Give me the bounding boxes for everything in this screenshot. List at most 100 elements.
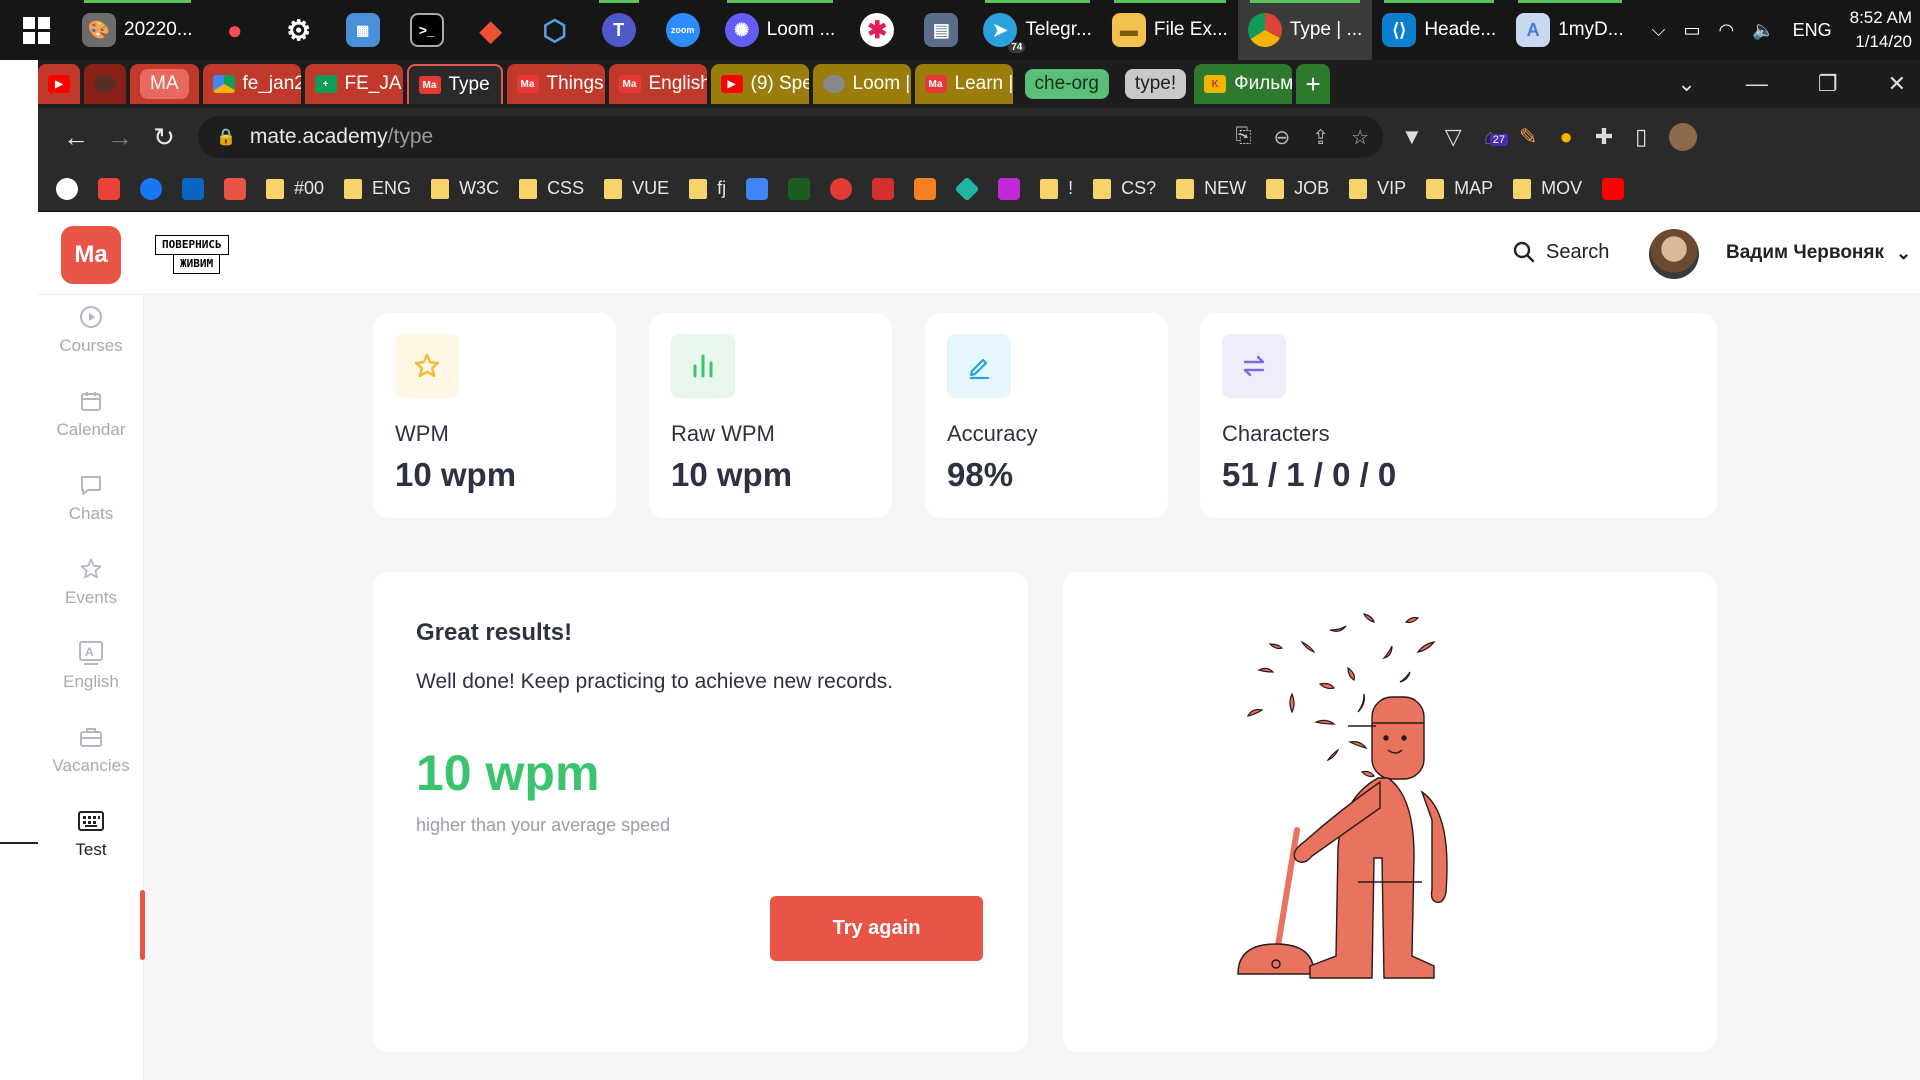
google-translate-icon[interactable] bbox=[746, 177, 769, 200]
taskbar-app-recorder[interactable]: ● bbox=[203, 0, 267, 60]
bar-chart-icon bbox=[671, 334, 735, 398]
try-again-button[interactable]: Try again bbox=[770, 896, 983, 961]
restore-icon[interactable]: ❐ bbox=[1818, 71, 1838, 97]
tab-learn[interactable]: Ma Learn | bbox=[914, 64, 1013, 104]
tab-search-chevron-icon[interactable]: ⌄ bbox=[1677, 71, 1695, 97]
puzzle-extensions-icon[interactable]: ✚ bbox=[1595, 124, 1613, 150]
tab-things[interactable]: Ma Things bbox=[506, 64, 605, 104]
forward-button[interactable]: → bbox=[98, 115, 142, 159]
windows-start-button[interactable] bbox=[0, 0, 72, 60]
taskbar-app-slack[interactable]: ✱ bbox=[845, 0, 909, 60]
bookmark-folder[interactable]: VUE bbox=[604, 178, 669, 199]
tab-ma[interactable]: MA bbox=[130, 64, 199, 104]
taskbar-app-git[interactable]: ◆ bbox=[459, 0, 523, 60]
gmail-icon[interactable] bbox=[98, 177, 120, 200]
plus-icon: + bbox=[1305, 68, 1321, 99]
taskbar-app-notepad[interactable]: A 1myD... bbox=[1506, 0, 1633, 60]
sidebar-item-chats[interactable]: Chats bbox=[38, 463, 144, 533]
figma-like-icon[interactable] bbox=[998, 177, 1021, 200]
bookmark-folder[interactable]: NEW bbox=[1176, 178, 1246, 199]
pinned-tab-youtube[interactable]: ▶ bbox=[38, 64, 80, 104]
sidebar-item-test[interactable]: Test bbox=[38, 799, 144, 869]
taskbar-app-vscode[interactable]: ⟨⟩ Heade... bbox=[1372, 0, 1506, 60]
extension-home-icon[interactable]: ⌂27 bbox=[1484, 124, 1508, 150]
taskbar-app-settings[interactable]: ⚙ bbox=[267, 0, 331, 60]
battery-icon[interactable]: ▭ bbox=[1683, 20, 1700, 41]
sidebar-item-courses[interactable]: Courses bbox=[38, 295, 144, 365]
mate-academy-icon[interactable] bbox=[224, 177, 246, 200]
sidebar-item-vacancies[interactable]: Vacancies bbox=[38, 715, 144, 785]
tab-films[interactable]: K Фильм bbox=[1194, 64, 1293, 104]
bookmark-folder[interactable]: MOV bbox=[1513, 178, 1582, 199]
color-picker-icon[interactable]: ✎ bbox=[1519, 124, 1537, 150]
taskbar-app-paint[interactable]: 🎨 20220... bbox=[72, 0, 203, 60]
tab-youtube-speak[interactable]: ▶ (9) Spea bbox=[710, 64, 809, 104]
zoom-out-icon[interactable]: ⊖ bbox=[1274, 125, 1291, 150]
sidebar-item-events[interactable]: Events bbox=[38, 547, 144, 617]
vue-devtools-icon[interactable]: ▼ bbox=[1401, 124, 1423, 150]
taskbar-app-telegram[interactable]: ➤ 74 Telegr... bbox=[973, 0, 1102, 60]
reload-button[interactable]: ↻ bbox=[142, 115, 186, 159]
profile-avatar-icon[interactable] bbox=[1669, 123, 1698, 151]
taskbar-app-calculator[interactable]: ▤ bbox=[909, 0, 973, 60]
sidebar-item-english[interactable]: A English bbox=[38, 631, 144, 701]
address-bar[interactable]: 🔒 mate.academy/type ⎘ ⊖ ⇪ ☆ bbox=[198, 116, 1383, 158]
site-bookmark-icon[interactable] bbox=[788, 177, 811, 200]
new-tab-button[interactable]: + bbox=[1296, 64, 1331, 104]
minimize-icon[interactable]: — bbox=[1746, 71, 1768, 97]
github-icon[interactable] bbox=[56, 177, 78, 200]
bookmark-folder[interactable]: W3C bbox=[431, 178, 499, 199]
taskbar-app-loom[interactable]: ✺ Loom ... bbox=[715, 0, 846, 60]
language-indicator[interactable]: ENG bbox=[1793, 20, 1832, 41]
taskbar-app-virtualbox[interactable]: ⬡ bbox=[523, 0, 587, 60]
bookmark-folder[interactable]: ! bbox=[1040, 178, 1073, 199]
bookmark-folder[interactable]: #00 bbox=[266, 178, 324, 199]
taskbar-app-file-explorer[interactable]: ▬ File Ex... bbox=[1102, 0, 1238, 60]
swirl-site-icon[interactable] bbox=[830, 177, 853, 200]
bookmark-folder[interactable]: fj bbox=[689, 178, 726, 199]
taskbar-app-zoom[interactable]: zoom bbox=[651, 0, 715, 60]
tab-fe-jan-drive[interactable]: fe_jan2 bbox=[202, 64, 301, 104]
volume-icon[interactable]: 🔈 bbox=[1752, 20, 1774, 41]
close-window-icon[interactable]: ✕ bbox=[1888, 71, 1906, 97]
bookmark-folder[interactable]: VIP bbox=[1349, 178, 1406, 199]
wifi-icon[interactable]: ◠ bbox=[1718, 20, 1734, 41]
chevron-up-icon[interactable]: ⌵ bbox=[1652, 20, 1666, 41]
tab-group-type[interactable]: type! bbox=[1124, 69, 1187, 99]
side-panel-icon[interactable]: ▯ bbox=[1635, 124, 1647, 150]
clock[interactable]: 8:52 AM 1/14/20 bbox=[1850, 6, 1912, 54]
user-menu[interactable]: Вадим Червоняк ⌄ bbox=[1726, 242, 1911, 264]
tab-english[interactable]: Ma English bbox=[608, 64, 707, 104]
user-avatar[interactable] bbox=[1649, 229, 1699, 279]
taskbar-app-terminal[interactable]: >_ bbox=[395, 0, 459, 60]
diamond-site-icon[interactable] bbox=[954, 176, 980, 201]
linkedin-icon[interactable] bbox=[182, 177, 204, 200]
bookmark-folder[interactable]: CSS bbox=[519, 178, 584, 199]
taskbar-app-teams[interactable]: T bbox=[587, 0, 651, 60]
site-bookmark-icon[interactable] bbox=[872, 177, 895, 200]
sidebar-item-calendar[interactable]: Calendar bbox=[38, 379, 144, 449]
translate-icon[interactable]: ⎘ bbox=[1236, 125, 1252, 150]
teams-icon: T bbox=[601, 13, 636, 47]
taskbar-app-chrome[interactable]: Type | ... bbox=[1237, 0, 1373, 60]
facebook-icon[interactable] bbox=[140, 177, 162, 200]
youtube-icon[interactable] bbox=[1602, 177, 1625, 200]
bookmark-folder[interactable]: MAP bbox=[1426, 178, 1493, 199]
tab-type-active[interactable]: MaType✕ bbox=[406, 64, 503, 104]
pinned-tab-site[interactable] bbox=[84, 64, 126, 104]
bookmark-folder[interactable]: CS? bbox=[1093, 178, 1156, 199]
search-button[interactable]: Search bbox=[1512, 240, 1609, 264]
taskbar-app-control-panel[interactable]: ▦ bbox=[331, 0, 395, 60]
mate-academy-logo[interactable]: Ma bbox=[61, 226, 121, 284]
bookmark-star-icon[interactable]: ☆ bbox=[1351, 125, 1369, 150]
tab-loom[interactable]: Loom | bbox=[812, 64, 911, 104]
bookmark-folder[interactable]: JOB bbox=[1266, 178, 1329, 199]
stackoverflow-icon[interactable] bbox=[914, 177, 937, 200]
share-icon[interactable]: ⇪ bbox=[1312, 125, 1329, 150]
vuex-devtools-icon[interactable]: ▽ bbox=[1445, 124, 1462, 150]
tab-fe-jan-sheets[interactable]: + FE_JAN bbox=[304, 64, 403, 104]
back-button[interactable]: ← bbox=[54, 115, 98, 159]
bookmark-folder[interactable]: ENG bbox=[344, 178, 411, 199]
extension-bulb-icon[interactable]: ● bbox=[1559, 124, 1572, 150]
tab-group-che-org[interactable]: che-org bbox=[1024, 69, 1109, 99]
